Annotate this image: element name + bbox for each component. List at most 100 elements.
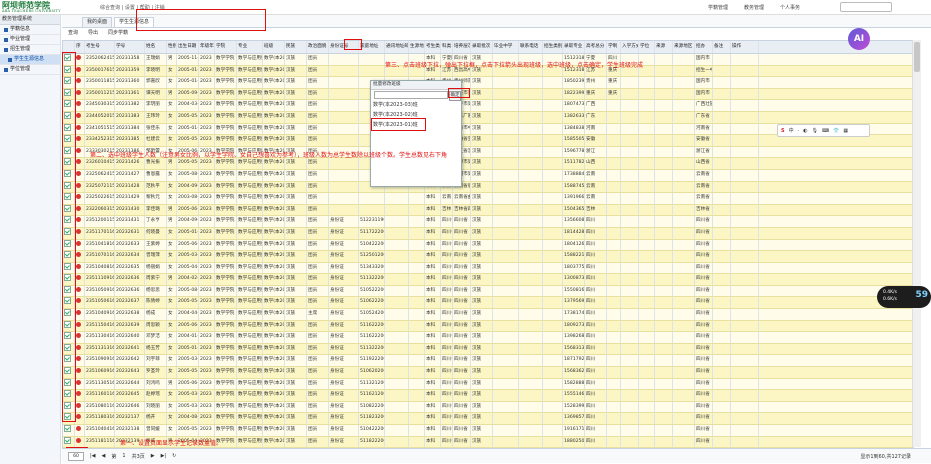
column-header[interactable]: 姓名 [145, 41, 167, 53]
sidebar-item-xuewei[interactable]: 学位管理 [0, 65, 60, 75]
column-header[interactable]: 入学方式 [621, 41, 639, 53]
table-cell: 四川省南充 [441, 332, 453, 343]
column-header[interactable]: 操作 [731, 41, 759, 53]
table-row[interactable]: 23511504161 20232639 周思颖女 2005-06- 2023 数学学院数… [63, 320, 913, 333]
query-button[interactable]: 查询 [68, 29, 78, 36]
column-header[interactable]: 录取批次 [471, 41, 493, 53]
column-header[interactable]: 出生日期 [177, 41, 199, 53]
table-row[interactable]: 23511601163 20232645 赵婷瑶女 2005-03- 2023 数学学院数… [63, 390, 913, 402]
table-row[interactable]: 23500118154 20231360 郭嘉欣女 2005-01- 2023 数学学院数… [63, 77, 913, 89]
table-row[interactable]: 23510801167 20232646 刘晓丽女 2005-03- 2023 数学学院数… [63, 401, 913, 414]
table-cell: 刘晓丽 [145, 401, 167, 413]
column-header[interactable]: 来源地区 [673, 41, 695, 53]
column-header[interactable]: 备注 [713, 41, 731, 53]
column-header[interactable]: 生源地 [409, 41, 425, 53]
row-checkbox[interactable] [63, 425, 75, 436]
class-option[interactable]: 数学(本2023-03)班 [373, 101, 418, 108]
ime-logo-icon[interactable]: S [781, 128, 785, 134]
column-header[interactable]: 考生类别 [425, 41, 441, 53]
table-row[interactable]: 23450303150 20231382 李玥丽女 2004-03- 2023 数学学院数… [63, 100, 913, 112]
tab-desktop[interactable]: 我的桌面 [82, 17, 113, 27]
ime-lang-icon[interactable]: 中 [789, 127, 794, 134]
first-page-button[interactable]: |◀ [90, 453, 96, 459]
column-header[interactable]: 性别 [167, 41, 177, 53]
column-header[interactable]: 高考总分 [585, 41, 607, 53]
vertical-scrollbar[interactable] [912, 40, 921, 447]
table-row[interactable]: 23511313161 20232641 杨玉芳女 2005-01- 2023 数学学院数… [63, 343, 913, 356]
table-row[interactable]: 23250624153 20231427 曹恩露女 2005-08- 2023 数学学院数… [63, 169, 913, 182]
table-row[interactable]: 23250226152 20231429 黎秋元女 2003-08- 2023 数学学院数… [63, 193, 913, 205]
column-header[interactable]: 考生号 [85, 41, 115, 53]
class-input[interactable] [374, 91, 448, 99]
table-row[interactable]: 23510418167 20232633 王紫婷女 2005-06- 2023 数学学院数… [63, 239, 913, 252]
row-checkbox[interactable] [63, 436, 75, 448]
table-row[interactable]: 23511701167 20232631 何晓曼女 2005-01- 2023 数学学院数… [63, 227, 913, 240]
table-row[interactable]: 23511304161 20232640 邓梦洁女 2004-01- 2023 数学学院数… [63, 332, 913, 344]
table-row[interactable]: 23512001158 20231431 丁永亨男 2004-09- 2023 数学学院数… [63, 216, 913, 228]
column-header[interactable]: 科类 [441, 41, 453, 53]
table-row[interactable]: 23440520158 20231383 王玮玲女 2005-05- 2023 数学学院数… [63, 111, 913, 124]
checkbox-icon[interactable] [64, 425, 71, 432]
column-header[interactable]: 政治面貌 [307, 41, 329, 53]
table-row[interactable]: 23510404160 20232138 曾同媛女 2005-05- 2023 数学学院数… [63, 425, 913, 437]
column-header[interactable]: 学院 [215, 41, 237, 53]
table-row[interactable]: 23500112151 20231361 谭天明男 2005-09- 2023 数学学院数… [63, 88, 913, 101]
column-header[interactable]: 年级年级 [199, 41, 215, 53]
next-page-button[interactable]: ▶ [151, 453, 155, 459]
last-page-button[interactable]: ▶| [161, 453, 167, 459]
table-row[interactable]: 23220603150 20231430 李佳璐男 2005-06- 2023 数学学院数… [63, 204, 913, 217]
column-header[interactable]: 培养层次 [453, 41, 471, 53]
table-row[interactable]: 23510509160 20232636 杨思思女 2005-08- 2023 数学学院数… [63, 285, 913, 298]
table-row[interactable]: 23511305163 20232644 刘鸿鸣男 2005-06- 2023 数学学院数… [63, 378, 913, 391]
sidebar-item-xueji[interactable]: 学籍信息 [0, 25, 60, 35]
column-header[interactable]: 序 [75, 41, 85, 53]
table-row[interactable]: 23510909163 20232642 刘宇菲女 2005-03- 2023 数学学院数… [63, 355, 913, 368]
column-header[interactable]: 学号 [115, 41, 145, 53]
table-row[interactable]: 23510408167 20232635 杨丽娟女 2005-04- 2023 数学学院数… [63, 262, 913, 275]
column-header[interactable]: 毕业中学 [493, 41, 519, 53]
page-number[interactable]: 1 [122, 453, 125, 459]
sync-button[interactable]: 同步学籍 [108, 29, 128, 36]
page-size-select[interactable]: 60 [68, 451, 84, 461]
table-row[interactable]: 23260104152 20231426 曹光振男 2005-05- 2023 数学学院数… [63, 158, 913, 170]
column-header[interactable]: 来源 [655, 41, 673, 53]
table-row[interactable]: 23510609163 20232643 罗圣玲女 2005-05- 2023 数学学院数… [63, 367, 913, 379]
sidebar-item-biye[interactable]: 毕业管理 [0, 35, 60, 45]
column-header[interactable]: 招生类别 [543, 41, 563, 53]
checkbox-icon[interactable] [64, 436, 71, 444]
table-row[interactable]: 23510701167 20232634 曾瑞萍女 2005-03- 2023 数学学院数… [63, 251, 913, 263]
column-header[interactable]: 专业 [237, 41, 263, 53]
scroll-thumb[interactable] [914, 42, 920, 72]
column-header[interactable]: 家庭地址 [359, 41, 385, 53]
export-button[interactable]: 导出 [88, 29, 98, 36]
ime-grid-icon[interactable]: ▦ [843, 128, 848, 134]
column-header[interactable]: 学制 [607, 41, 621, 53]
menu-personal[interactable]: 个人事务 [780, 4, 800, 11]
top-search-input[interactable] [840, 2, 892, 12]
column-header[interactable]: 民族 [285, 41, 307, 53]
column-header[interactable]: 通讯地址邮编 [385, 41, 409, 53]
column-header[interactable]: 录取专业 [563, 41, 585, 53]
table-row[interactable]: 23510506160 20232637 陈倩婷女 2005-05- 2023 数学学院数… [63, 297, 913, 310]
ime-skin-icon[interactable]: 👕 [833, 128, 839, 134]
table-row[interactable]: 23511803161 20232137 杨开女 2004-08- 2023 数学学院 数学… [63, 413, 913, 425]
table-row[interactable]: 23250721152 20231428 范秋平女 2004-09- 2023 数学学院数… [63, 181, 913, 194]
menu-jiaowu[interactable]: 教务管理 [744, 4, 764, 11]
ime-emoji-icon[interactable]: ◐ [803, 128, 807, 134]
sidebar-item-shengyuan[interactable]: 学生生源信息 [0, 55, 60, 65]
sidebar-item-zhaosheng[interactable]: 招生管理 [0, 45, 60, 55]
ime-punct-icon[interactable]: · [798, 128, 800, 134]
ime-keyboard-icon[interactable]: ⌨ [822, 128, 829, 134]
ime-mic-icon[interactable]: 🎙 [812, 128, 818, 134]
menu-xueji[interactable]: 学籍管理 [708, 4, 728, 11]
table-row[interactable]: 23510409161 20232638 杨成女 2004-04- 2023 数学学院 数学… [63, 309, 913, 321]
ai-assistant-icon[interactable]: AI [848, 28, 870, 50]
column-header[interactable]: 班级 [263, 41, 285, 53]
refresh-button[interactable]: ↻ [172, 453, 176, 459]
prev-page-button[interactable]: ◀ [102, 453, 106, 459]
column-header[interactable]: 联系电话 [519, 41, 543, 53]
column-header[interactable]: 招办 [695, 41, 713, 53]
class-option[interactable]: 数学(本2023-02)班 [373, 111, 418, 118]
column-header[interactable]: 学位 [639, 41, 655, 53]
table-row[interactable]: 23511109160 20232636 周紫宁男 2004-02- 2023 数学学院数… [63, 274, 913, 286]
